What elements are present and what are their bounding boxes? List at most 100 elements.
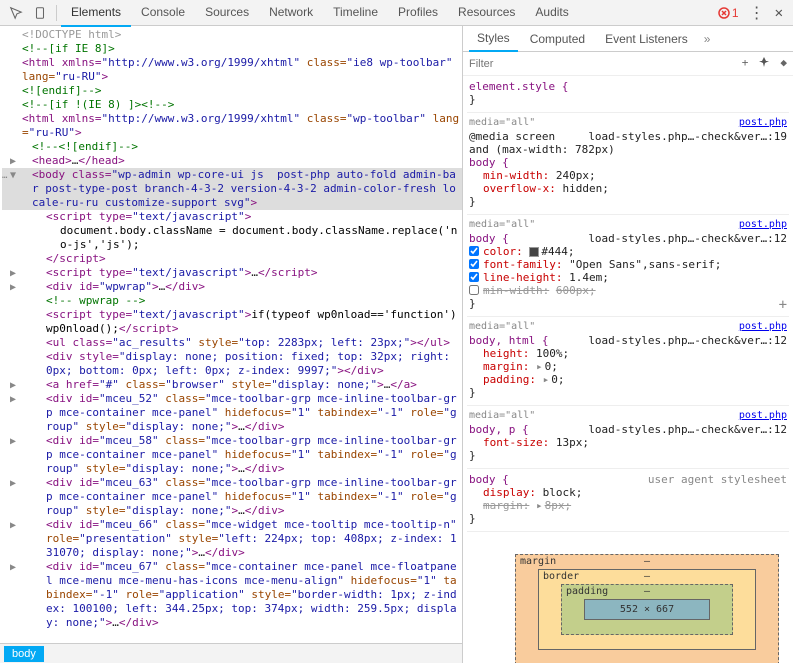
expand-icon[interactable]: ▶ <box>10 155 16 169</box>
add-property-icon[interactable]: + <box>779 297 787 313</box>
comment-node[interactable]: <!--<![endif]--> <box>32 140 138 153</box>
html-node[interactable]: <html xmlns="http://www.w3.org/1999/xhtm… <box>2 112 462 140</box>
html-node-ie8[interactable]: <html xmlns="http://www.w3.org/1999/xhtm… <box>2 56 462 84</box>
expand-icon[interactable]: ▶ <box>10 561 16 575</box>
script-node[interactable]: <script type="text/javascript"> <box>2 210 462 224</box>
source-link[interactable]: load-styles.php…-check&ver…:12 <box>588 232 787 245</box>
toolbar-separator <box>56 5 57 21</box>
tab-profiles[interactable]: Profiles <box>388 0 448 27</box>
comment-node[interactable]: <!-- wpwrap --> <box>46 294 145 307</box>
expand-icon[interactable]: ▶ <box>10 477 16 491</box>
rule-body-html[interactable]: media="all"post.php body, html {load-sty… <box>467 319 789 406</box>
expand-icon[interactable]: ▶ <box>10 393 16 407</box>
bm-border-top: – <box>644 571 650 582</box>
expand-icon[interactable]: ▶ <box>10 435 16 449</box>
text-node[interactable]: document.body.className = document.body.… <box>60 224 457 251</box>
styles-rules-list[interactable]: element.style { } media="all"post.php @m… <box>463 76 793 663</box>
source-link[interactable]: load-styles.php…-check&ver…:12 <box>588 334 787 347</box>
more-tabs-icon[interactable]: » <box>704 32 711 46</box>
ul-acresults-node[interactable]: <ul class="ac_results" style="top: 2283p… <box>2 336 462 350</box>
expand-shorthand-icon[interactable]: ▸ <box>536 499 543 512</box>
body-node-selected[interactable]: …▼<body class="wp-admin wp-core-ui js po… <box>2 168 462 210</box>
breadcrumb-body[interactable]: body <box>4 646 44 662</box>
source-link[interactable]: post.php <box>739 117 787 128</box>
close-devtools-icon[interactable]: ✕ <box>775 5 783 21</box>
subtab-event-listeners[interactable]: Event Listeners <box>597 27 696 51</box>
div-mceu63-node[interactable]: ▶<div id="mceu_63" class="mce-toolbar-gr… <box>2 476 462 518</box>
devtools-toolbar: Elements Console Sources Network Timelin… <box>0 0 793 26</box>
prop-toggle[interactable] <box>469 246 479 256</box>
bm-padding-label: padding <box>566 586 608 597</box>
expand-icon[interactable]: ▶ <box>10 281 16 295</box>
styles-sidebar: Styles Computed Event Listeners » + ◆ el… <box>462 26 793 663</box>
main-split: <!DOCTYPE html> <!--[if IE 8]> <html xml… <box>0 26 793 663</box>
user-agent-label: user agent stylesheet <box>648 473 787 486</box>
new-style-rule-icon[interactable]: + <box>742 56 749 71</box>
source-link[interactable]: post.php <box>739 410 787 421</box>
comment-node[interactable]: <!--[if IE 8]> <box>22 42 115 55</box>
expand-icon[interactable]: ▶ <box>10 267 16 281</box>
tab-audits[interactable]: Audits <box>525 0 578 27</box>
element-states-icon[interactable]: ◆ <box>780 56 787 71</box>
prop-toggle[interactable] <box>469 259 479 269</box>
head-node[interactable]: ▶<head>…</head> <box>2 154 462 168</box>
source-link[interactable]: load-styles.php…-check&ver…:12 <box>588 423 787 436</box>
source-link[interactable]: post.php <box>739 321 787 332</box>
pin-icon[interactable] <box>758 56 770 71</box>
rule-user-agent[interactable]: body {user agent stylesheet display: blo… <box>467 471 789 532</box>
source-link[interactable]: load-styles.php…-check&ver…:19 <box>588 130 787 143</box>
tab-resources[interactable]: Resources <box>448 0 525 27</box>
bm-padding-top: – <box>644 586 650 597</box>
tab-timeline[interactable]: Timeline <box>323 0 388 27</box>
device-mode-icon[interactable] <box>32 5 48 21</box>
bm-border-label: border <box>543 571 579 582</box>
tab-sources[interactable]: Sources <box>195 0 259 27</box>
comment-node[interactable]: <!--[if !(IE 8) ]><!--> <box>22 98 174 111</box>
styles-filter-input[interactable] <box>469 58 742 70</box>
subtab-computed[interactable]: Computed <box>522 27 593 51</box>
script-wponload-node[interactable]: <script type="text/javascript">if(typeof… <box>2 308 462 336</box>
doctype-node[interactable]: <!DOCTYPE html> <box>22 28 121 41</box>
bm-margin-top: – <box>644 556 650 567</box>
error-count[interactable]: 1 <box>718 6 739 20</box>
sidebar-tabs: Styles Computed Event Listeners » <box>463 26 793 52</box>
source-link[interactable]: post.php <box>739 219 787 230</box>
inspect-element-icon[interactable] <box>8 5 24 21</box>
div-mceu52-node[interactable]: ▶<div id="mceu_52" class="mce-toolbar-gr… <box>2 392 462 434</box>
expand-icon[interactable]: ▶ <box>10 379 16 393</box>
div-mceu58-node[interactable]: ▶<div id="mceu_58" class="mce-toolbar-gr… <box>2 434 462 476</box>
error-count-value: 1 <box>732 6 739 20</box>
box-model-widget[interactable]: margin – border – padding – 552 × 667 <box>467 534 789 663</box>
rule-body-main[interactable]: media="all"post.php body {load-styles.ph… <box>467 217 789 317</box>
panel-tabs: Elements Console Sources Network Timelin… <box>61 0 718 27</box>
expand-shorthand-icon[interactable]: ▸ <box>543 373 550 386</box>
rule-element-style[interactable]: element.style { } <box>467 78 789 113</box>
expand-shorthand-icon[interactable]: ▸ <box>536 360 543 373</box>
div-overlay-node[interactable]: <div style="display: none; position: fix… <box>2 350 462 378</box>
subtab-styles[interactable]: Styles <box>469 26 518 52</box>
styles-filter-row: + ◆ <box>463 52 793 76</box>
collapse-icon[interactable]: ▼ <box>10 169 16 183</box>
rule-media-782[interactable]: media="all"post.php @media screen load-s… <box>467 115 789 215</box>
script-node[interactable]: ▶<script type="text/javascript">…</scrip… <box>2 266 462 280</box>
script-close[interactable]: </script> <box>46 252 106 265</box>
div-mceu67-node[interactable]: ▶<div id="mceu_67" class="mce-container … <box>2 560 462 630</box>
tab-elements[interactable]: Elements <box>61 0 131 27</box>
tab-console[interactable]: Console <box>131 0 195 27</box>
prop-toggle[interactable] <box>469 285 479 295</box>
tab-network[interactable]: Network <box>259 0 323 27</box>
color-swatch-icon[interactable] <box>529 247 539 257</box>
dom-tree-panel[interactable]: <!DOCTYPE html> <!--[if IE 8]> <html xml… <box>0 26 462 663</box>
selected-marker-icon: … <box>2 169 7 183</box>
rule-body-p[interactable]: media="all"post.php body, p {load-styles… <box>467 408 789 469</box>
comment-node[interactable]: <![endif]--> <box>22 84 101 97</box>
expand-icon[interactable]: ▶ <box>10 519 16 533</box>
breadcrumb-bar: body <box>0 643 462 663</box>
div-mceu66-node[interactable]: ▶<div id="mceu_66" class="mce-widget mce… <box>2 518 462 560</box>
bm-margin-label: margin <box>520 556 556 567</box>
more-menu-icon[interactable]: ⋮ <box>749 3 765 23</box>
prop-toggle[interactable] <box>469 272 479 282</box>
div-wpwrap-node[interactable]: ▶<div id="wpwrap">…</div> <box>2 280 462 294</box>
bm-content-size: 552 × 667 <box>584 599 710 620</box>
a-browser-node[interactable]: ▶<a href="#" class="browser" style="disp… <box>2 378 462 392</box>
